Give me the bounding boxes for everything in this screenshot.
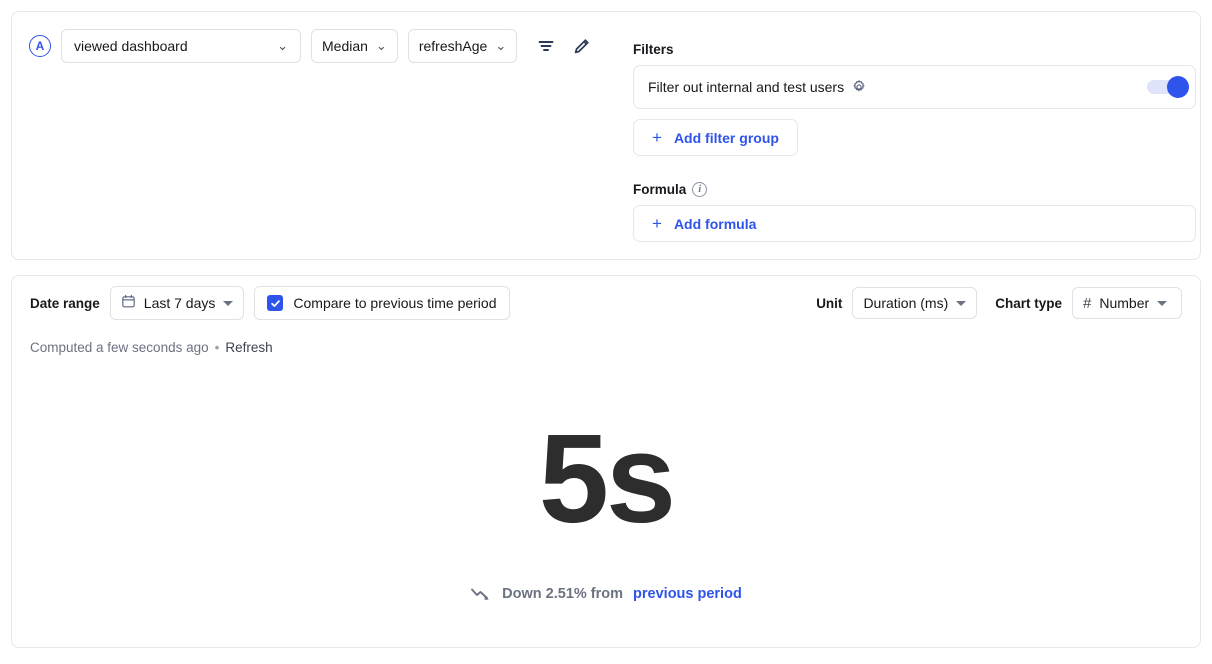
compare-previous-period-checkbox[interactable]: Compare to previous time period	[254, 286, 509, 320]
unit-select[interactable]: Duration (ms)	[852, 287, 977, 319]
filter-internal-users-label-group: Filter out internal and test users	[648, 79, 867, 95]
chart-type-value: Number	[1099, 295, 1149, 311]
chart-toolbar: Date range Last 7 days	[12, 276, 1200, 330]
series-badge-a[interactable]: A	[29, 35, 51, 57]
comparison-text: Down 2.51% from	[502, 586, 623, 602]
chevron-down-icon: ⌄	[495, 39, 506, 52]
query-series-row: A viewed dashboard ⌄ Median ⌄ refreshAge…	[29, 29, 595, 63]
add-formula-label: Add formula	[674, 216, 756, 232]
caret-down-icon	[1157, 301, 1167, 306]
filters-column: Filters Filter out internal and test use…	[633, 42, 1196, 242]
separator-dot: •	[215, 340, 220, 355]
gear-icon[interactable]	[851, 79, 867, 95]
series-badge-label: A	[36, 39, 45, 53]
hash-icon: #	[1083, 296, 1091, 311]
add-filter-group-label: Add filter group	[674, 130, 779, 146]
computed-timestamp: Computed a few seconds ago	[30, 340, 209, 355]
caret-down-icon	[223, 301, 233, 306]
filter-internal-users-label: Filter out internal and test users	[648, 79, 844, 95]
date-range-label: Date range	[30, 296, 100, 311]
unit-select-value: Duration (ms)	[863, 295, 948, 311]
plus-icon: +	[652, 215, 662, 232]
property-select-value: refreshAge	[419, 38, 487, 54]
trend-down-icon	[470, 586, 492, 602]
refresh-button[interactable]: Refresh	[225, 340, 272, 355]
checkbox-checked-icon	[267, 295, 283, 311]
aggregation-select[interactable]: Median ⌄	[311, 29, 398, 63]
add-formula-button[interactable]: + Add formula	[633, 205, 1196, 242]
chart-panel: Date range Last 7 days	[11, 275, 1201, 648]
unit-label: Unit	[816, 296, 842, 311]
filter-icon[interactable]	[533, 33, 559, 59]
big-number-value: 5s	[539, 416, 673, 542]
add-filter-group-button[interactable]: + Add filter group	[633, 119, 798, 156]
chart-type-select[interactable]: # Number	[1072, 287, 1182, 319]
property-select[interactable]: refreshAge ⌄	[408, 29, 517, 63]
date-range-value: Last 7 days	[144, 295, 216, 311]
comparison-row: Down 2.51% from previous period	[470, 586, 742, 602]
analytics-insight-editor: A viewed dashboard ⌄ Median ⌄ refreshAge…	[0, 0, 1212, 664]
plus-icon: +	[652, 129, 662, 146]
query-panel: A viewed dashboard ⌄ Median ⌄ refreshAge…	[11, 11, 1201, 260]
pencil-icon[interactable]	[569, 33, 595, 59]
formula-heading: Formula i	[633, 182, 1196, 197]
chart-type-label: Chart type	[995, 296, 1062, 311]
chevron-down-icon: ⌄	[277, 39, 288, 52]
chevron-down-icon: ⌄	[376, 39, 387, 52]
formula-section: Formula i + Add formula	[633, 182, 1196, 242]
number-chart: 5s Down 2.51% from previous period	[12, 416, 1200, 602]
date-range-select[interactable]: Last 7 days	[110, 286, 245, 320]
formula-heading-label: Formula	[633, 182, 686, 197]
aggregation-select-value: Median	[322, 38, 368, 54]
filter-internal-users-row: Filter out internal and test users	[633, 65, 1196, 109]
filters-heading: Filters	[633, 42, 1196, 57]
computed-status-row: Computed a few seconds ago • Refresh	[30, 340, 273, 355]
event-select-value: viewed dashboard	[74, 38, 188, 54]
filter-internal-users-toggle[interactable]	[1147, 80, 1181, 94]
event-select[interactable]: viewed dashboard ⌄	[61, 29, 301, 63]
compare-previous-period-label: Compare to previous time period	[293, 295, 496, 311]
filters-heading-label: Filters	[633, 42, 674, 57]
previous-period-link[interactable]: previous period	[633, 586, 742, 602]
caret-down-icon	[956, 301, 966, 306]
info-icon[interactable]: i	[692, 182, 707, 197]
toggle-knob	[1167, 76, 1189, 98]
calendar-icon	[121, 294, 136, 312]
